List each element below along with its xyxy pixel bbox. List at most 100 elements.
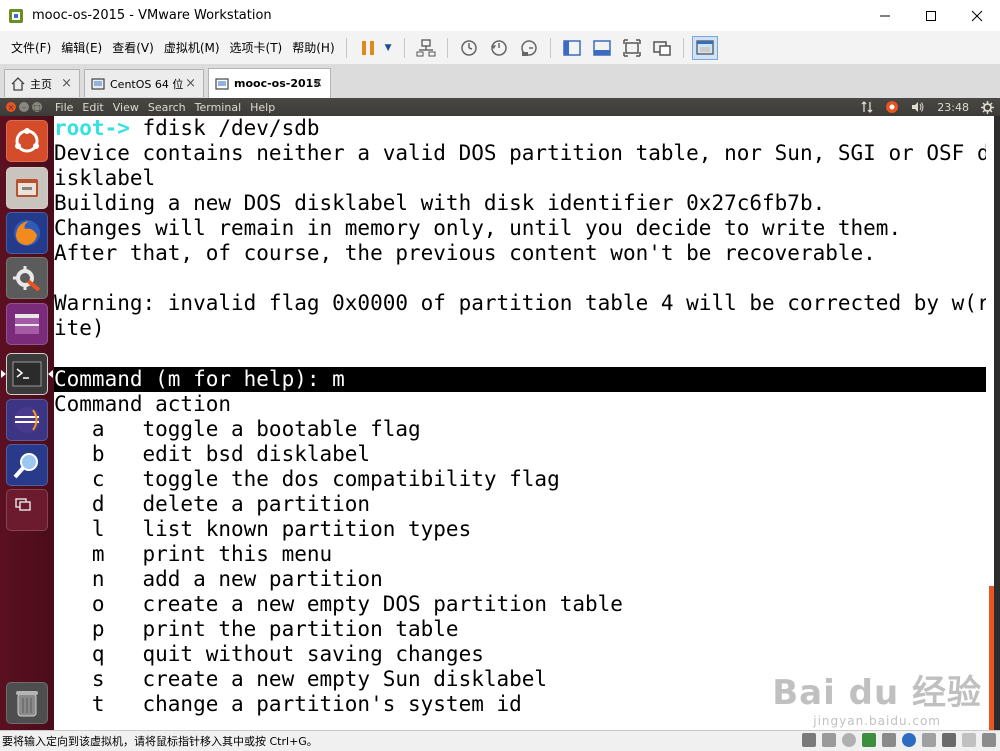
terminal-maximize-icon[interactable]: □ [32,102,42,112]
search-magnifier-icon[interactable] [6,444,48,486]
network-indicator-icon[interactable] [861,101,873,113]
guest-display[interactable]: × – □ File Edit View Search Terminal Hel… [0,98,1000,730]
guest-menu-help[interactable]: Help [250,101,275,114]
terminal-line: d delete a partition [54,492,371,516]
guest-menu-search[interactable]: Search [148,101,186,114]
revert-snapshot-button[interactable] [486,36,512,60]
display-icon[interactable] [942,733,956,747]
system-gear-icon[interactable] [981,100,994,114]
tab-mooc-os-2015[interactable]: mooc-os-2015 × [208,68,331,98]
terminal-line: l list known partition types [54,517,472,541]
clock-manager-icon [520,39,537,56]
terminal-line: a toggle a bootable flag [54,417,421,441]
hard-disk-icon[interactable] [802,733,816,747]
tab-home-label: 主页 [30,77,52,91]
vmware-statusbar: 要将输入定向到该虚拟机，请将鼠标指针移入其中或按 Ctrl+G。 [0,730,1000,751]
minimize-button[interactable] [862,0,908,31]
close-icon [971,10,983,21]
usb-icon[interactable] [882,733,896,747]
menu-file[interactable]: 文件(F) [6,39,56,56]
fullscreen-button[interactable] [619,36,645,60]
terminal-minimize-icon[interactable]: – [19,102,29,112]
terminal-scrollbar[interactable] [988,116,994,730]
eclipse-icon[interactable] [6,399,48,441]
tab-home[interactable]: 主页 × [4,69,80,97]
dash-home-icon[interactable] [6,120,48,162]
terminal-scrollbar-thumb[interactable] [989,586,994,730]
tab-centos[interactable]: CentOS 64 位 × [84,69,204,97]
terminal-line: q quit without saving changes [54,642,484,666]
terminal-view[interactable]: root-> fdisk /dev/sdb Device contains ne… [54,116,994,730]
snapshot-manager-button[interactable] [516,36,542,60]
terminal-line: Device contains neither a valid DOS part… [54,141,986,165]
terminal-line: Warning: invalid flag 0x0000 of partitio… [54,291,986,315]
clock-text[interactable]: 23:48 [937,101,969,114]
vm-icon [215,77,229,91]
workspace-switcher-icon[interactable] [6,303,48,345]
menu-edit[interactable]: 编辑(E) [56,39,107,56]
unity-launcher [0,116,55,730]
tab-mooc-close-icon[interactable]: × [312,76,323,91]
fullscreen-icon [622,38,641,57]
terminal-line: After that, of course, the previous cont… [54,241,876,265]
thumbnail-bar-button[interactable] [589,36,615,60]
network-adapter-icon[interactable] [862,733,876,747]
pause-dropdown-icon[interactable]: ▼ [385,43,392,53]
guest-menu-file[interactable]: File [55,101,73,114]
resize-grip-icon[interactable] [982,733,996,747]
unity-mode-button[interactable] [649,36,675,60]
files-icon[interactable] [6,167,48,209]
launcher-focus-pip [48,370,53,378]
close-button[interactable] [954,0,1000,31]
status-message: 要将输入定向到该虚拟机，请将鼠标指针移入其中或按 Ctrl+G。 [2,735,318,748]
message-log-icon[interactable] [962,733,976,747]
tab-centos-close-icon[interactable]: × [185,76,196,91]
trash-icon[interactable] [6,682,48,724]
vm-tabbar: 主页 × CentOS 64 位 × mooc-os-2015 × [0,64,1000,99]
sound-card-icon[interactable] [922,733,936,747]
cd-dvd-icon[interactable] [842,733,856,747]
menu-tabs[interactable]: 选项卡(T) [225,39,288,56]
maximize-icon [926,10,936,21]
terminal-command-prompt-line: Command (m for help): m [54,367,986,392]
vmware-app-icon [8,8,24,24]
volume-indicator-icon[interactable] [911,101,925,113]
window-title: mooc-os-2015 - VMware Workstation [32,8,272,23]
show-library-button[interactable] [559,36,585,60]
clock-back-icon [490,39,507,56]
toolbar-separator [345,37,347,58]
workspaces-icon[interactable] [6,489,48,531]
system-settings-icon[interactable] [6,257,48,299]
tab-home-close-icon[interactable]: × [61,76,72,91]
send-ctrl-alt-del-button[interactable] [413,36,439,60]
vm-icon [91,77,105,91]
thumbnail-icon [592,39,611,56]
hard-disk-2-icon[interactable] [822,733,836,747]
terminal-line: Changes will remain in memory only, unti… [54,216,902,240]
bluetooth-icon[interactable] [902,733,916,747]
console-view-button[interactable] [691,35,718,60]
unity-icon [652,40,671,56]
snapshot-button[interactable] [456,36,482,60]
guest-menu-view[interactable]: View [113,101,139,114]
firefox-icon[interactable] [6,212,48,254]
terminal-icon[interactable] [6,353,48,395]
messaging-indicator-icon[interactable] [885,100,899,114]
pause-button[interactable] [355,36,381,60]
maximize-button[interactable] [908,0,954,31]
console-view-icon [695,39,714,55]
guest-menu-terminal[interactable]: Terminal [195,101,242,114]
menu-view[interactable]: 查看(V) [107,39,159,56]
menu-help[interactable]: 帮助(H) [287,39,339,56]
terminal-line: ite) [54,316,105,340]
menu-vm[interactable]: 虚拟机(M) [159,39,225,56]
toolbar-separator [403,37,405,58]
shell-prompt: root-> [54,116,130,140]
terminal-close-icon[interactable]: × [6,102,16,112]
pause-icon [361,40,374,55]
guest-menu-edit[interactable]: Edit [82,101,103,114]
terminal-line: p print the partition table [54,617,459,641]
watermark-logo-text: Bai du 经验 [772,673,982,713]
